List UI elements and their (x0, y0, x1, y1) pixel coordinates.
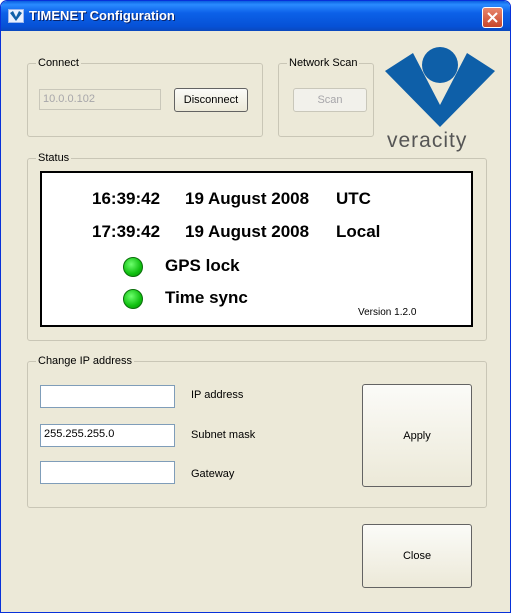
connect-legend: Connect (36, 56, 81, 70)
local-date: 19 August 2008 (185, 222, 310, 241)
close-button[interactable]: Close (362, 524, 472, 588)
apply-button[interactable]: Apply (362, 384, 472, 487)
subnet-mask-input[interactable]: 255.255.255.0 (40, 424, 175, 447)
local-zone-label: Local (336, 222, 381, 241)
utc-time: 16:39:42 (92, 189, 161, 208)
gateway-input[interactable] (40, 461, 175, 484)
gps-lock-label: GPS lock (165, 256, 240, 275)
status-legend: Status (36, 151, 72, 165)
utc-zone-label: UTC (336, 189, 371, 208)
scan-button[interactable]: Scan (293, 88, 367, 112)
veracity-app-icon (8, 9, 24, 23)
close-icon[interactable] (482, 7, 503, 28)
utc-date: 19 August 2008 (185, 189, 310, 208)
config-window: TIMENET Configuration Connect 10.0.0.102… (0, 0, 511, 613)
ip-address-input[interactable] (40, 385, 175, 408)
veracity-logo (385, 47, 495, 127)
title-bar[interactable]: TIMENET Configuration (1, 1, 510, 31)
version-label: Version 1.2.0 (358, 307, 417, 318)
window-title: TIMENET Configuration (29, 8, 175, 23)
local-time: 17:39:42 (92, 222, 161, 241)
gps-lock-indicator (123, 257, 143, 277)
time-sync-label: Time sync (165, 288, 248, 307)
gateway-label: Gateway (191, 468, 235, 480)
subnet-mask-label: Subnet mask (191, 429, 256, 441)
change-ip-legend: Change IP address (36, 354, 134, 368)
network-scan-legend: Network Scan (287, 56, 360, 70)
status-display: 16:39:42 19 August 2008 UTC 17:39:42 19 … (40, 171, 473, 327)
ip-address-label: IP address (191, 389, 244, 401)
time-sync-indicator (123, 289, 143, 309)
disconnect-button[interactable]: Disconnect (174, 88, 248, 112)
veracity-logo-text: veracity (387, 129, 468, 152)
connect-ip-field[interactable]: 10.0.0.102 (39, 89, 161, 110)
